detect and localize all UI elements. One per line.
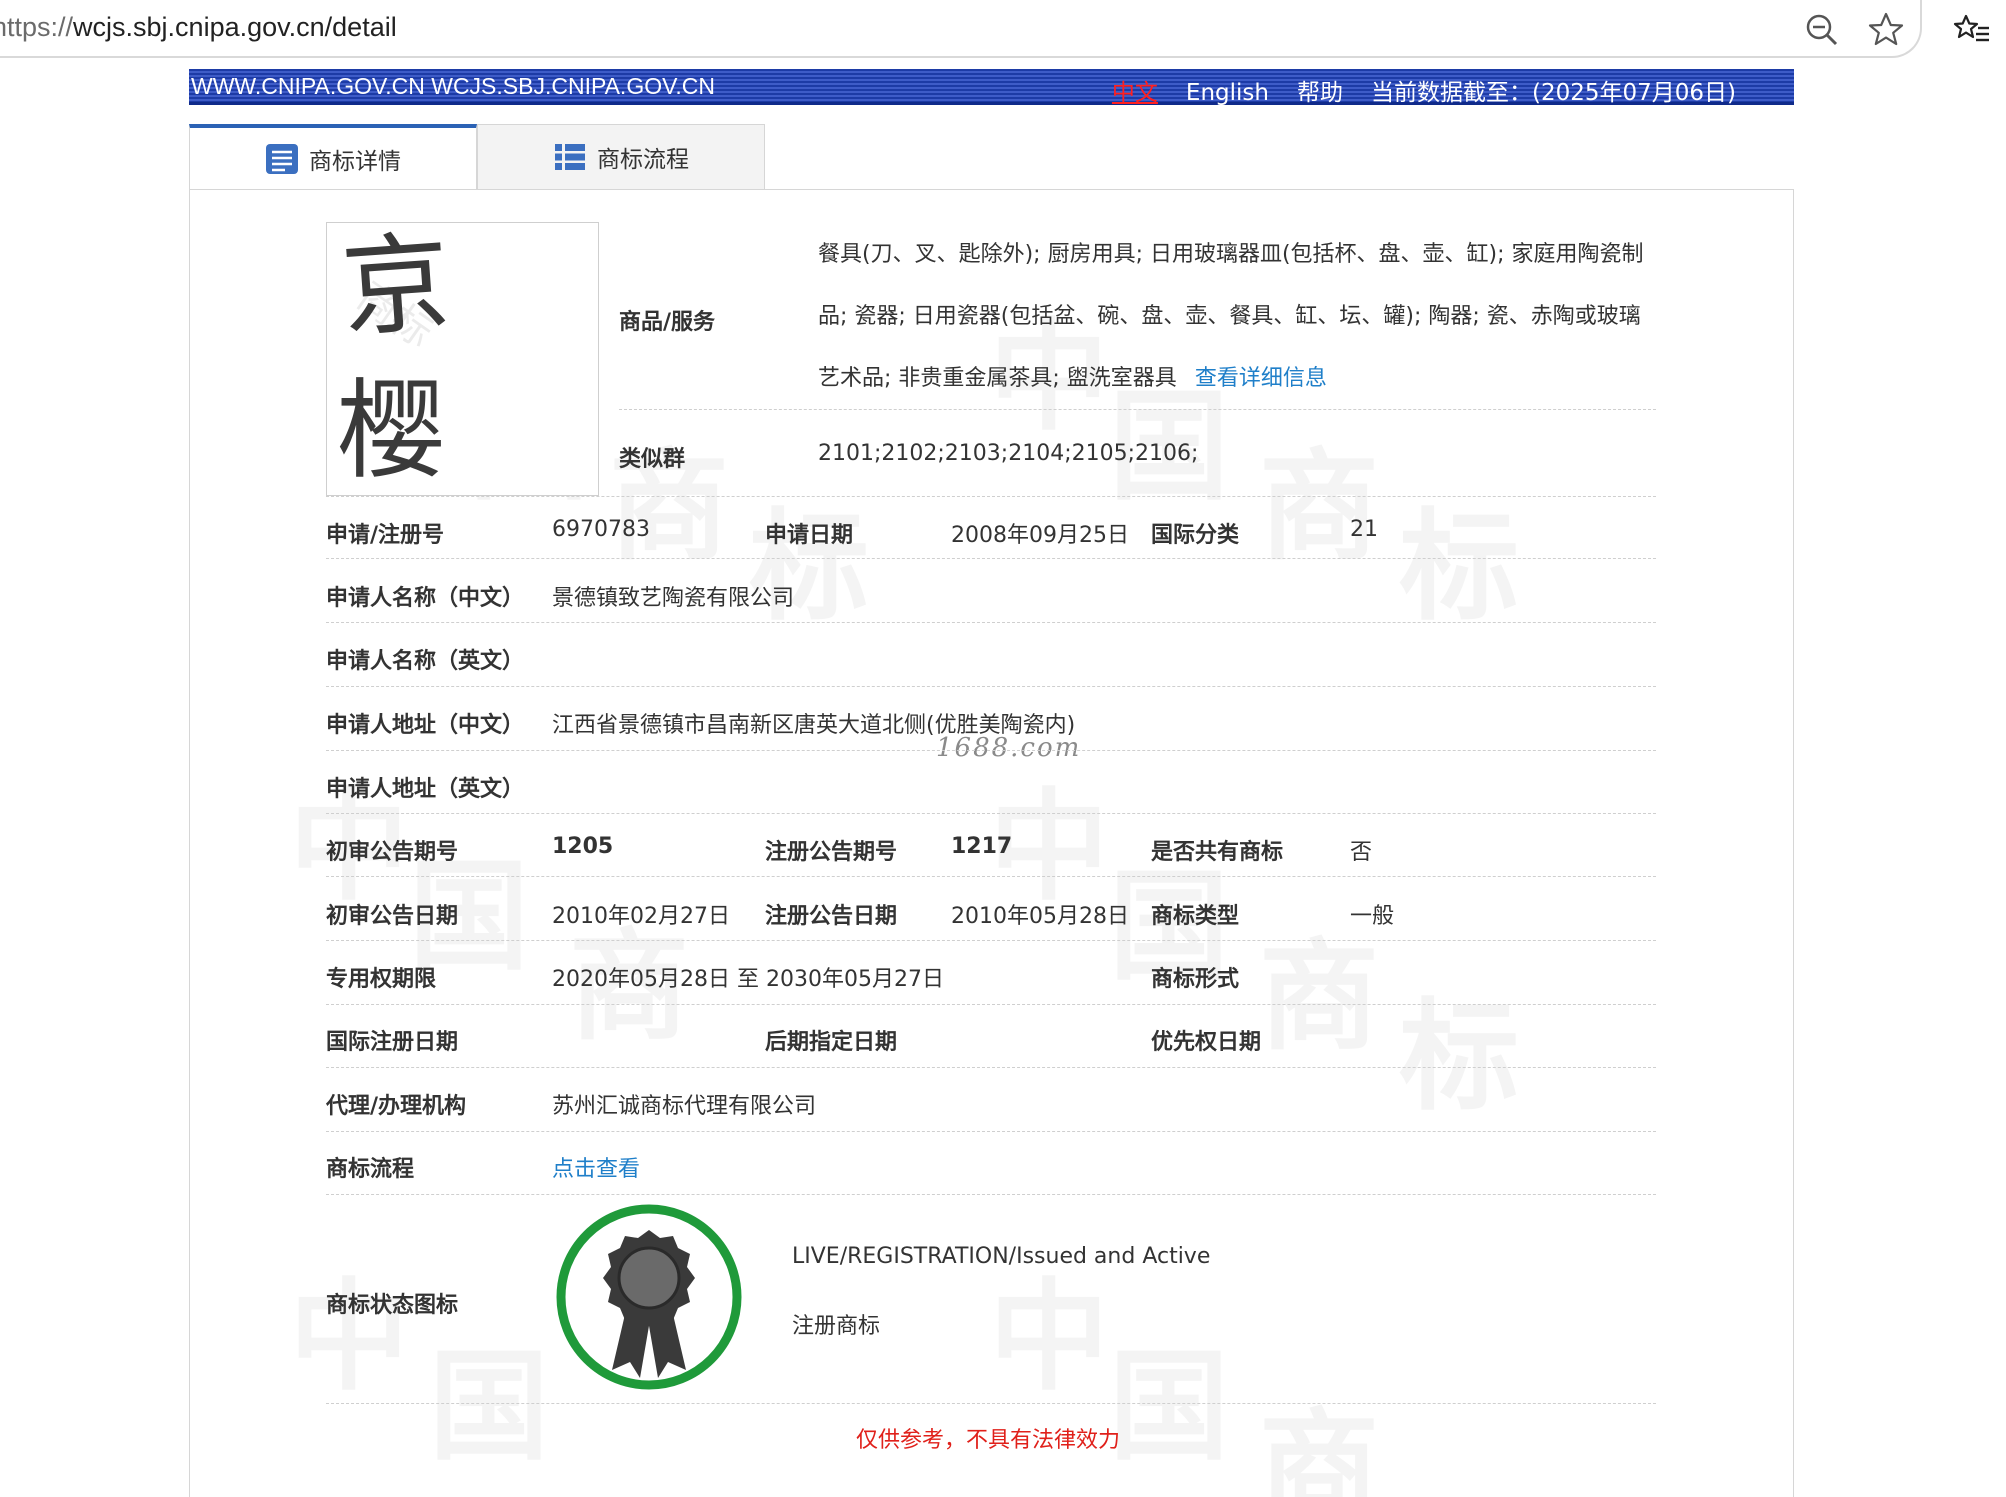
url-field[interactable]: https://wcjs.sbj.cnipa.gov.cn/detail: [0, 0, 1922, 58]
disclaimer: 仅供参考，不具有法律效力: [856, 1428, 1121, 1453]
banner-nav: 中文 English 帮助 当前数据截至：(2025年07月06日): [1084, 73, 1736, 107]
agent-value: 苏州汇诚商标代理有限公司: [552, 1094, 817, 1119]
site-banner: WWW.CNIPA.GOV.CN WCJS.SBJ.CNIPA.GOV.CN 中…: [189, 69, 1794, 107]
shared-tm-label: 是否共有商标: [1151, 840, 1284, 865]
shared-tm-value: 否: [1350, 840, 1373, 865]
prelim-issue-value: 1205: [552, 834, 614, 859]
divider: [326, 496, 1656, 497]
data-date: 当前数据截至：(2025年07月06日): [1370, 80, 1736, 106]
status-icon-label: 商标状态图标: [326, 1293, 459, 1318]
tab-flow-label: 商标流程: [597, 147, 689, 173]
apply-date-label: 申请日期: [765, 523, 854, 548]
view-details-link[interactable]: 查看详细信息: [1195, 366, 1327, 391]
site-domains: WWW.CNIPA.GOV.CN WCJS.SBJ.CNIPA.GOV.CN: [191, 73, 715, 99]
priority-date-label: 优先权日期: [1151, 1030, 1262, 1055]
detail-list-icon: [266, 144, 298, 174]
favorite-star-icon[interactable]: [1866, 10, 1906, 50]
goods-label: 商品/服务: [619, 310, 716, 335]
status-english: LIVE/REGISTRATION/Issued and Active: [792, 1244, 1211, 1269]
applicant-en-label: 申请人名称（英文）: [326, 649, 525, 674]
flow-label: 商标流程: [326, 1157, 415, 1182]
tab-trademark-detail[interactable]: 商标详情: [189, 124, 477, 190]
reg-issue-value: 1217: [951, 834, 1013, 859]
agent-label: 代理/办理机构: [326, 1094, 467, 1119]
divider: [326, 1004, 1656, 1005]
lang-chinese-link[interactable]: 中文: [1112, 80, 1158, 106]
exclusive-period-label: 专用权期限: [326, 967, 437, 992]
registered-badge-icon: [556, 1204, 742, 1390]
reg-date-label: 注册公告日期: [765, 904, 898, 929]
url-path: wcjs.sbj.cnipa.gov.cn/detail: [73, 12, 397, 42]
divider: [326, 1403, 1656, 1404]
trademark-char-2: 樱: [337, 369, 446, 494]
similar-group-value: 2101;2102;2103;2104;2105;2106;: [818, 441, 1199, 466]
address-cn-label: 申请人地址（中文）: [326, 713, 525, 738]
applicant-cn-label: 申请人名称（中文）: [326, 586, 525, 611]
url-text[interactable]: https://wcjs.sbj.cnipa.gov.cn/detail: [0, 12, 397, 43]
divider: [326, 1067, 1656, 1068]
view-flow-link[interactable]: 点击查看: [552, 1151, 640, 1183]
reg-date-value: 2010年05月28日: [951, 904, 1129, 929]
divider: [326, 686, 1656, 687]
tm-type-value: 一般: [1350, 904, 1395, 929]
prelim-date-label: 初审公告日期: [326, 904, 459, 929]
divider: [326, 876, 1656, 877]
divider: [619, 409, 1656, 410]
help-link[interactable]: 帮助: [1297, 80, 1343, 106]
status-chinese: 注册商标: [792, 1314, 881, 1339]
divider: [326, 1131, 1656, 1132]
reg-issue-label: 注册公告期号: [765, 840, 898, 865]
divider: [326, 558, 1656, 559]
divider: [326, 1194, 1656, 1195]
reg-no-value: 6970783: [552, 517, 650, 542]
goods-text: 餐具(刀、叉、匙除外); 厨房用具; 日用玻璃器皿(包括杯、盘、壶、缸); 家庭…: [818, 224, 1658, 410]
tm-form-label: 商标形式: [1151, 967, 1240, 992]
tab-detail-label: 商标详情: [309, 149, 401, 175]
browser-address-bar: https://wcjs.sbj.cnipa.gov.cn/detail: [0, 0, 2006, 60]
similar-group-label: 类似群: [619, 447, 686, 472]
trademark-char-1: 京: [337, 222, 455, 353]
tm-type-label: 商标类型: [1151, 904, 1240, 929]
lang-english-link[interactable]: English: [1186, 80, 1269, 106]
trademark-image: 商标 京 樱: [326, 222, 599, 496]
divider: [326, 813, 1656, 814]
reg-no-label: 申请/注册号: [326, 523, 445, 548]
flow-grid-icon: [555, 144, 585, 170]
url-scheme: https://: [0, 12, 74, 42]
divider: [326, 622, 1656, 623]
intl-class-value: 21: [1350, 517, 1378, 542]
address-en-label: 申请人地址（英文）: [326, 777, 525, 802]
tab-trademark-flow[interactable]: 商标流程: [477, 124, 765, 190]
prelim-issue-label: 初审公告期号: [326, 840, 459, 865]
exclusive-period-value: 2020年05月28日 至 2030年05月27日: [552, 967, 944, 992]
favorites-list-icon[interactable]: [1952, 10, 1992, 50]
prelim-date-value: 2010年02月27日: [552, 904, 730, 929]
zoom-out-icon[interactable]: [1802, 10, 1842, 50]
intl-class-label: 国际分类: [1151, 523, 1240, 548]
divider: [326, 750, 1656, 751]
apply-date-value: 2008年09月25日: [951, 523, 1129, 548]
applicant-cn-value: 景德镇致艺陶瓷有限公司: [552, 586, 795, 611]
later-designation-label: 后期指定日期: [765, 1030, 898, 1055]
overlay-watermark: 1688.com: [936, 733, 1082, 763]
divider: [326, 940, 1656, 941]
intl-reg-date-label: 国际注册日期: [326, 1030, 459, 1055]
